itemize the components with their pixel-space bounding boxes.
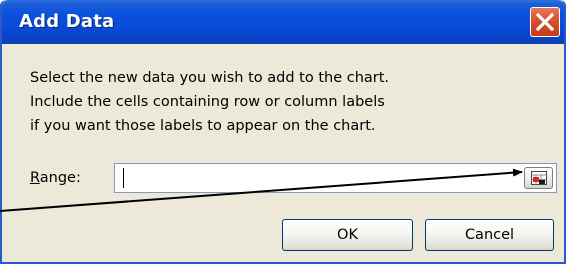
instruction-line: Include the cells containing row or colu… bbox=[30, 94, 385, 110]
range-label: Range: bbox=[30, 170, 81, 186]
range-input[interactable] bbox=[114, 163, 557, 193]
dialog-title: Add Data bbox=[19, 11, 115, 32]
collapse-dialog-icon bbox=[531, 171, 547, 185]
instruction-line: Select the new data you wish to add to t… bbox=[30, 70, 390, 86]
range-label-text: ange: bbox=[39, 170, 81, 186]
collapse-dialog-button[interactable] bbox=[524, 167, 553, 189]
ok-button[interactable]: OK bbox=[282, 219, 413, 251]
range-label-accelerator: R bbox=[30, 170, 40, 186]
text-caret bbox=[123, 168, 124, 188]
cancel-button[interactable]: Cancel bbox=[425, 219, 554, 251]
close-button[interactable] bbox=[530, 7, 560, 37]
instruction-text: Select the new data you wish to add to t… bbox=[30, 66, 389, 138]
title-bar[interactable]: Add Data bbox=[2, 0, 564, 44]
add-data-dialog: Add Data Select the new data you wish to… bbox=[0, 0, 566, 264]
close-icon bbox=[536, 13, 554, 31]
instruction-line: if you want those labels to appear on th… bbox=[30, 118, 376, 134]
